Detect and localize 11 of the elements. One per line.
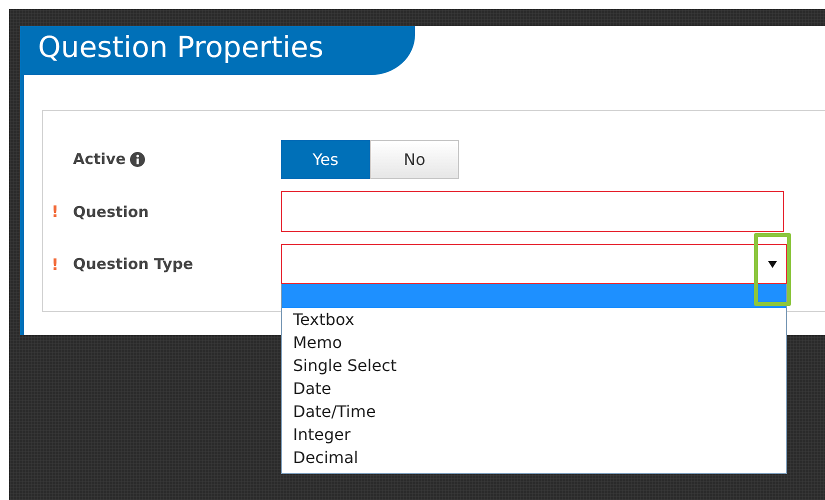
field-label: Question Type xyxy=(73,255,194,273)
caret-icon xyxy=(768,260,777,268)
question-input[interactable] xyxy=(281,191,784,232)
toggle-option[interactable]: No xyxy=(370,140,459,178)
panel-title: Question Properties xyxy=(24,26,415,75)
required-mark: ! xyxy=(51,202,59,221)
toggle-option[interactable]: Yes xyxy=(281,140,370,178)
field-label: Question xyxy=(73,202,149,220)
field-label: Active xyxy=(73,150,126,168)
question-type-select[interactable] xyxy=(281,244,787,284)
required-mark: ! xyxy=(51,254,59,274)
